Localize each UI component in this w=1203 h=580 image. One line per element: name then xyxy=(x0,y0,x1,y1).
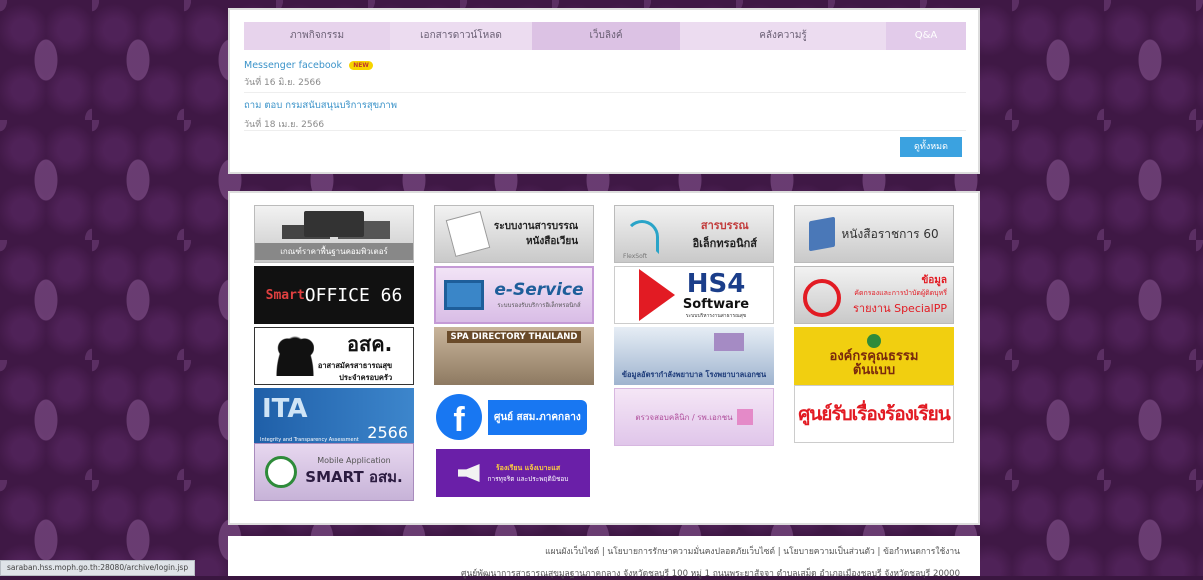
banner-facebook[interactable]: f ศูนย์ สสม.ภาคกลาง xyxy=(434,388,594,446)
banner-smart-osm[interactable]: Mobile Application SMART อสม. xyxy=(254,443,414,501)
banner-sublabel: การทุจริต และประพฤติมิชอบ xyxy=(487,474,569,483)
news-item: ถาม ตอบ กรมสนับสนุนบริการสุขภาพ วันที่ 1… xyxy=(244,98,966,131)
hospital-icon xyxy=(714,333,744,351)
banner-label: SPA DIRECTORY THAILAND xyxy=(446,331,582,343)
banner-nurse-data[interactable]: ข้อมูลอัตรากำลังพยาบาล โรงพยาบาลเอกชน xyxy=(614,327,774,385)
footer-links[interactable]: แผนผังเว็บไซต์ | นโยบายการรักษาความมั่นค… xyxy=(545,544,960,558)
banner-moral-org[interactable]: องค์กรคุณธรรมต้นแบบ xyxy=(794,327,954,385)
wifi-icon xyxy=(625,220,659,254)
banner-label: ข้อมูล xyxy=(921,275,947,286)
tab-activities[interactable]: ภาพกิจกรรม xyxy=(244,22,390,50)
no-smoking-icon xyxy=(803,279,841,317)
banner-caption: รายงาน SpecialPP xyxy=(853,302,947,315)
footer-address: ศูนย์พัฒนาการสาธารณสุขมูลฐานภาคกลาง จังห… xyxy=(461,569,960,579)
banner-label: องค์กรคุณธรรมต้นแบบ xyxy=(829,349,919,378)
banner-sublabel: SMART อสม. xyxy=(305,467,403,486)
computer-icon xyxy=(304,210,364,237)
footer: แผนผังเว็บไซต์ | นโยบายการรักษาความมั่นค… xyxy=(228,536,980,579)
banner-label: ตรวจสอบคลินิก / รพ.เอกชน xyxy=(635,412,733,422)
tab-bar: ภาพกิจกรรม เอกสารดาวน์โหลด เว็บลิงค์ คลั… xyxy=(244,22,966,50)
tab-qa[interactable]: Q&A xyxy=(886,22,966,50)
tab-weblinks[interactable]: เว็บลิงค์ xyxy=(532,22,680,50)
banner-sublabel: Software xyxy=(682,296,750,312)
banner-specialpp[interactable]: ข้อมูล คัดกรองและการบำบัดผู้ติดบุหรี่ รา… xyxy=(794,266,954,324)
banner-computer-price[interactable]: เกณฑ์ราคาพื้นฐานคอมพิวเตอร์ xyxy=(254,205,414,263)
banner-label: ศูนย์ สสม.ภาคกลาง xyxy=(488,399,587,435)
news-date: วันที่ 16 มิ.ย. 2566 xyxy=(244,78,322,88)
banner-sublabel: ระบบรองรับบริการอิเล็กทรอนิกส์ xyxy=(497,302,581,309)
news-date: วันที่ 18 เม.ย. 2566 xyxy=(244,120,325,130)
view-all-button[interactable]: ดูทั้งหมด xyxy=(900,137,962,157)
banner-label: HS4 xyxy=(686,268,746,299)
banner-smart-office[interactable]: Smart OFFICE 66 xyxy=(254,266,414,324)
banner-e-saraban[interactable]: FlexSoft สารบรรณ อิเล็กทรอนิกส์ xyxy=(614,205,774,263)
banner-spa-directory[interactable]: SPA DIRECTORY THAILAND xyxy=(434,327,594,385)
news-item: Messenger facebook NEW วันที่ 16 มิ.ย. 2… xyxy=(244,60,966,93)
banner-label: ศูนย์รับเรื่องร้องเรียน xyxy=(798,403,951,425)
banner-sublabel: คัดกรองและการบำบัดผู้ติดบุหรี่ xyxy=(854,289,947,297)
banner-caption: ระบบบริหารงานสาธารณสุข xyxy=(685,312,747,319)
banner-sublabel: อาสาสมัครสาธารณสุข xyxy=(317,361,393,370)
banner-caption: ประจำครอบครัว xyxy=(339,373,393,382)
news-link[interactable]: Messenger facebook xyxy=(244,60,342,71)
emblem-icon xyxy=(867,334,881,348)
moph-logo-icon xyxy=(265,456,298,488)
banner-sublabel: อิเล็กทรอนิกส์ xyxy=(692,237,757,250)
news-link[interactable]: ถาม ตอบ กรมสนับสนุนบริการสุขภาพ xyxy=(244,100,397,111)
flexsoft-label: FlexSoft xyxy=(623,253,648,260)
banner-saraban-circular[interactable]: ระบบงานสารบรรณ หนังสือเวียน xyxy=(434,205,594,263)
megaphone-icon xyxy=(457,464,480,482)
ita-logo: ITA xyxy=(262,394,308,424)
banner-label: OFFICE 66 xyxy=(304,284,403,306)
tab-downloads[interactable]: เอกสารดาวน์โหลด xyxy=(390,22,532,50)
banner-complaint-center[interactable]: ศูนย์รับเรื่องร้องเรียน xyxy=(794,385,954,443)
new-badge: NEW xyxy=(349,60,373,70)
facebook-icon: f xyxy=(436,394,482,440)
banner-corruption-report[interactable]: ร้องเรียน แจ้งเบาะแส การทุจริต และประพฤต… xyxy=(436,449,590,497)
news-panel: ภาพกิจกรรม เอกสารดาวน์โหลด เว็บลิงค์ คลั… xyxy=(228,8,980,174)
banner-label: 2566 xyxy=(367,423,408,442)
banner-label: หนังสือราชการ 60 xyxy=(841,226,939,241)
banner-clinic-check[interactable]: ตรวจสอบคลินิก / รพ.เอกชน xyxy=(614,388,774,446)
banner-hs4-software[interactable]: HS4 Software ระบบบริหารงานสาธารณสุข xyxy=(614,266,774,324)
banner-label: Mobile Application xyxy=(317,455,391,465)
banner-label: ข้อมูลอัตรากำลังพยาบาล โรงพยาบาลเอกชน xyxy=(621,370,767,379)
banner-ita[interactable]: ITA 2566 Integrity and Transparency Asse… xyxy=(254,388,414,446)
banner-label: อสค. xyxy=(346,332,393,356)
banner-label: e-Service xyxy=(494,280,584,300)
banner-label: สารบรรณ xyxy=(700,219,749,232)
monitor-icon xyxy=(444,280,485,310)
book-icon xyxy=(809,216,836,252)
banner-sublabel: หนังสือเวียน xyxy=(525,236,579,247)
banner-e-service[interactable]: e-Service ระบบรองรับบริการอิเล็กทรอนิกส์ xyxy=(434,266,594,324)
status-bar-url: saraban.hss.moph.go.th:28080/archive/log… xyxy=(0,560,196,576)
banner-official-letter[interactable]: หนังสือราชการ 60 xyxy=(794,205,954,263)
banner-osk[interactable]: อสค. อาสาสมัครสาธารณสุข ประจำครอบครัว xyxy=(254,327,414,385)
document-icon xyxy=(445,210,491,258)
house-icon xyxy=(736,409,753,425)
banner-label: ระบบงานสารบรรณ xyxy=(493,221,579,232)
banner-label: เกณฑ์ราคาพื้นฐานคอมพิวเตอร์ xyxy=(255,242,413,260)
play-icon xyxy=(638,269,675,321)
people-icon xyxy=(275,336,314,376)
banner-label: ร้องเรียน แจ้งเบาะแส xyxy=(495,463,561,472)
tab-knowledge[interactable]: คลังความรู้ xyxy=(680,22,886,50)
banner-sublabel: Smart xyxy=(265,287,305,303)
links-panel: เกณฑ์ราคาพื้นฐานคอมพิวเตอร์ ระบบงานสารบร… xyxy=(228,191,980,525)
